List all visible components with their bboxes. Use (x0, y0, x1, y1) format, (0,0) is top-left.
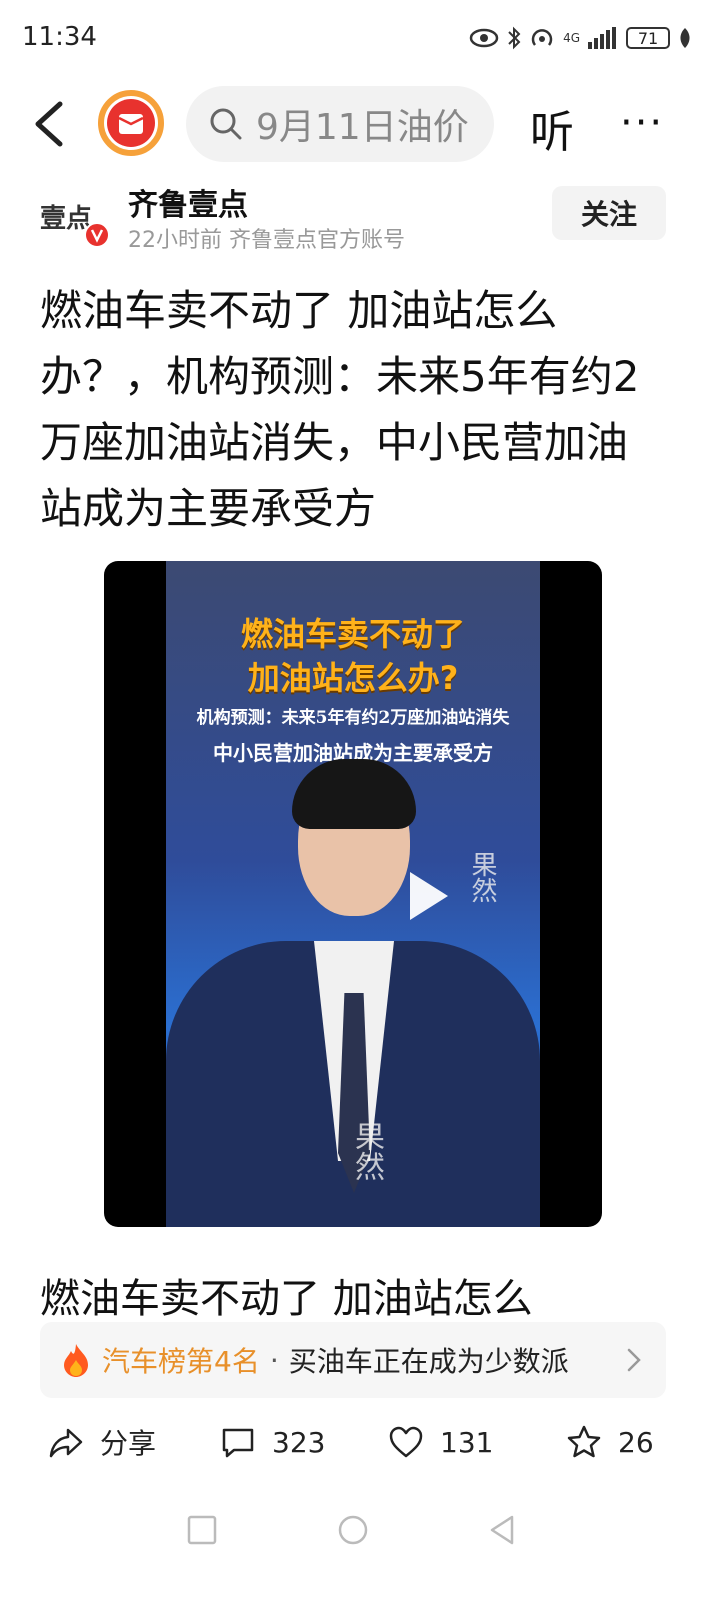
anchor-hair (292, 759, 416, 829)
comment-count: 323 (272, 1425, 326, 1459)
recents-square-icon[interactable] (186, 1514, 218, 1546)
battery-indicator: 71 (626, 27, 670, 49)
rank-text: 买油车正在成为少数派 (288, 1345, 569, 1378)
comment-icon (222, 1428, 254, 1458)
author-meta: 22小时前 齐鲁壹点官方账号 (128, 228, 405, 253)
video-player[interactable]: 燃油车卖不动了 加油站怎么办? 机构预测：未来5年有约2万座加油站消失 中小民营… (104, 561, 602, 1227)
status-icons: 4G 71 (469, 22, 692, 54)
video-title-line: 加油站怎么办? (247, 659, 459, 697)
video-subtitle-line: 机构预测：未来5年有约2万座加油站消失 (196, 708, 510, 728)
share-button[interactable]: 分享 (48, 1412, 156, 1472)
red-envelope-icon (107, 99, 155, 147)
network-type: 4G (563, 31, 580, 45)
author-avatar[interactable]: 壹点 (40, 192, 110, 248)
rank-label: 汽车榜第4名 (102, 1345, 260, 1378)
heart-icon (389, 1426, 423, 1458)
ranking-banner[interactable]: 汽车榜第4名 · 买油车正在成为少数派 (40, 1322, 666, 1398)
video-title-line: 燃油车卖不动了 (240, 615, 465, 653)
search-icon (210, 108, 242, 140)
star-icon (567, 1425, 601, 1458)
system-nav-bar (0, 1500, 720, 1560)
video-watermark: 果然 (349, 1121, 384, 1181)
play-icon[interactable] (396, 866, 456, 926)
listen-button[interactable]: 听 (530, 96, 574, 160)
more-options-button[interactable]: ··· (620, 100, 664, 146)
share-label: 分享 (100, 1427, 157, 1460)
headline-line: 站成为主要承受方 (40, 484, 377, 533)
favorite-button[interactable]: 26 (566, 1412, 654, 1472)
article-headline: 燃油车卖不动了 加油站怎么 办？，机构预测：未来5年有约2 万座加油站消失，中小… (40, 278, 680, 542)
search-bar[interactable]: 9月11日油价 (186, 86, 494, 162)
headline-line: 办？，机构预测：未来5年有约2 (40, 352, 640, 401)
follow-button[interactable]: 关注 (552, 186, 666, 240)
verified-badge-icon (84, 222, 110, 248)
back-arrow-icon[interactable] (28, 98, 72, 150)
headline-line: 万座加油站消失，中小民营加油 (40, 418, 629, 467)
search-query: 9月11日油价 (256, 107, 469, 148)
video-watermark: 果然 (467, 851, 497, 903)
rank-separator: · (269, 1343, 279, 1377)
share-icon (49, 1428, 83, 1458)
signal-icon (588, 27, 616, 49)
back-triangle-icon[interactable] (486, 1514, 518, 1546)
like-button[interactable]: 131 (388, 1412, 493, 1472)
status-bar: 11:34 4G 71 (0, 0, 720, 78)
leaf-icon (680, 28, 690, 48)
author-name[interactable]: 齐鲁壹点 (128, 180, 248, 224)
headline-line: 燃油车卖不动了 加油站怎么 (40, 286, 558, 335)
status-time: 11:34 (22, 22, 97, 52)
home-circle-icon[interactable] (337, 1514, 369, 1546)
article-summary: 燃油车卖不动了 加油站怎么 (40, 1276, 533, 1322)
favorite-count: 26 (618, 1425, 654, 1459)
chevron-right-icon (627, 1348, 641, 1372)
app-logo[interactable] (98, 90, 164, 156)
video-thumbnail: 燃油车卖不动了 加油站怎么办? 机构预测：未来5年有约2万座加油站消失 中小民营… (166, 561, 540, 1227)
like-count: 131 (440, 1425, 494, 1459)
fire-icon (64, 1344, 88, 1377)
hotspot-icon (531, 29, 553, 46)
bluetooth-icon (508, 26, 521, 50)
eye-icon (469, 28, 499, 48)
action-bar: 分享 323 131 26 (0, 1412, 720, 1472)
comment-button[interactable]: 323 (220, 1412, 325, 1472)
